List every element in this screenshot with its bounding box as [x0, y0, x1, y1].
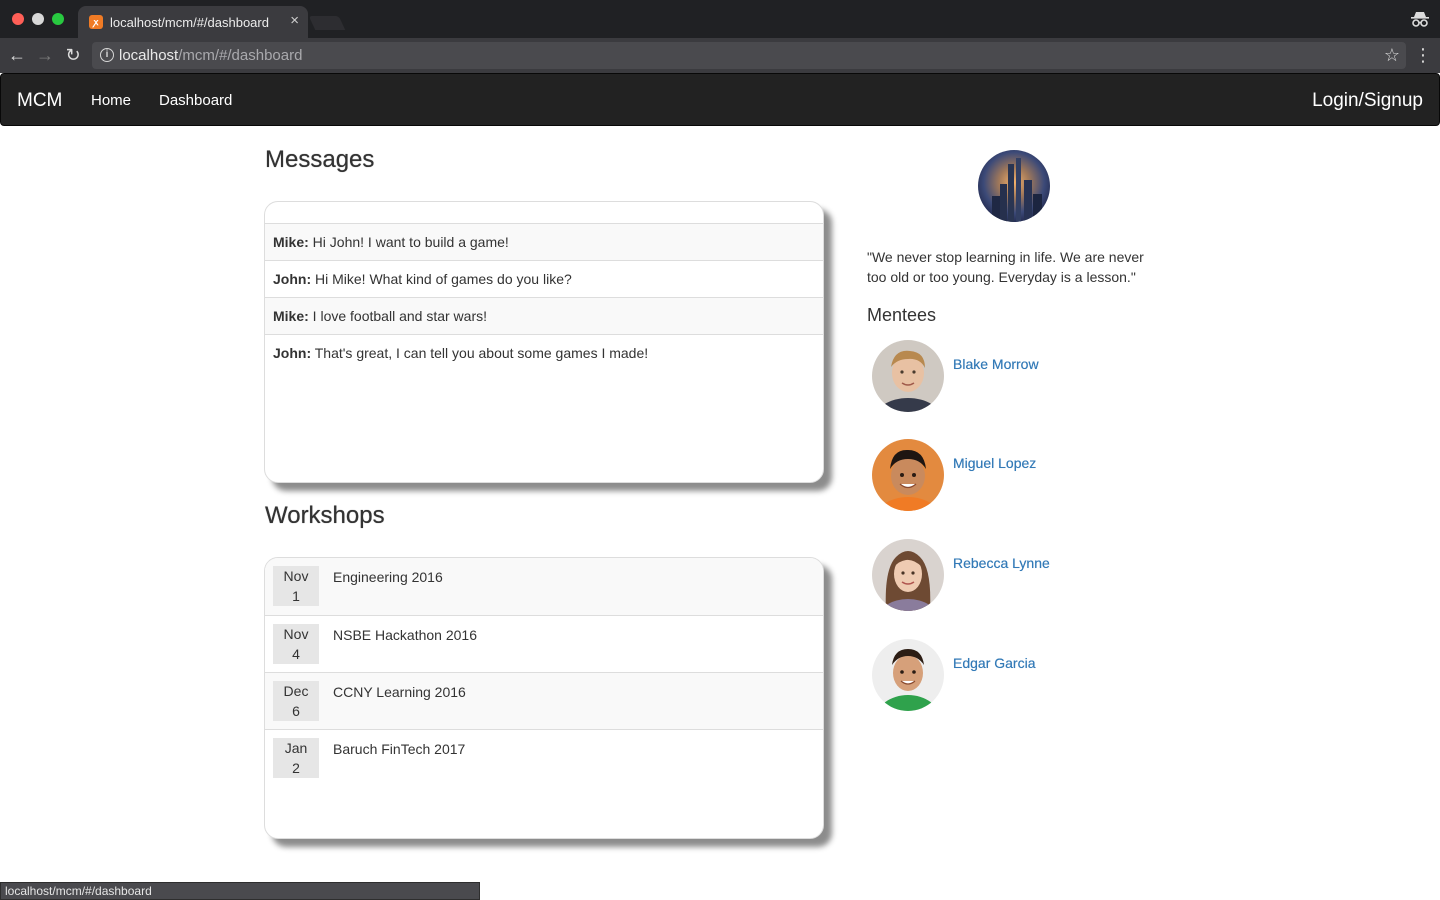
minimize-window-button[interactable] — [32, 13, 44, 25]
workshop-row[interactable]: Jan 2 Baruch FinTech 2017 — [265, 729, 823, 786]
back-arrow-icon[interactable]: ← — [6, 44, 28, 66]
browser-tab[interactable]: ꭗ localhost/mcm/#/dashboard × — [78, 6, 308, 38]
profile-quote: "We never stop learning in life. We are … — [867, 249, 1144, 285]
message-text: I love football and star wars! — [308, 308, 487, 324]
url-path: /mcm/#/dashboard — [178, 47, 303, 64]
mentee-item[interactable]: Rebecca Lynne — [872, 539, 1172, 611]
message-text: Hi Mike! What kind of games do you like? — [311, 271, 572, 287]
message-row: John: Hi Mike! What kind of games do you… — [265, 260, 823, 297]
mentee-item[interactable]: Miguel Lopez — [872, 439, 1172, 511]
profile-avatar — [978, 150, 1050, 222]
workshop-date: Jan 2 — [273, 738, 319, 778]
workshop-row[interactable]: Nov 4 NSBE Hackathon 2016 — [265, 615, 823, 672]
message-row: Mike: I love football and star wars! — [265, 297, 823, 334]
message-sender: John: — [273, 345, 312, 361]
mentee-name-link[interactable]: Edgar Garcia — [953, 655, 1035, 671]
browser-tab-bar: ꭗ localhost/mcm/#/dashboard × — [0, 0, 1440, 38]
maximize-window-button[interactable] — [52, 13, 64, 25]
workshops-panel[interactable]: Nov 1 Engineering 2016 Nov 4 NSBE Hackatho… — [264, 557, 824, 839]
workshop-name: Engineering 2016 — [333, 569, 443, 585]
login-signup-link[interactable]: Login/Signup — [1312, 90, 1423, 112]
mentee-name-link[interactable]: Blake Morrow — [953, 356, 1039, 372]
site-navbar: MCM Home Dashboard Login/Signup — [0, 73, 1440, 126]
workshop-date: Nov 4 — [273, 624, 319, 664]
message-text: Hi John! I want to build a game! — [308, 234, 509, 250]
tab-close-icon[interactable]: × — [290, 13, 299, 29]
message-row: John: That's great, I can tell you about… — [265, 334, 823, 371]
workshop-date: Nov 1 — [273, 566, 319, 606]
brand-link[interactable]: MCM — [17, 90, 62, 112]
workshop-day: 2 — [292, 760, 300, 776]
mentees-heading: Mentees — [867, 305, 937, 325]
nav-home-link[interactable]: Home — [91, 92, 131, 109]
messages-heading: Messages — [265, 146, 375, 173]
message-row: Mike: Hi John! I want to build a game! — [265, 223, 823, 260]
reload-icon[interactable]: ↻ — [62, 44, 84, 66]
workshop-day: 6 — [292, 703, 300, 719]
tab-title: localhost/mcm/#/dashboard — [110, 15, 269, 30]
nav-dashboard-link[interactable]: Dashboard — [159, 92, 232, 109]
mentee-avatar[interactable] — [872, 439, 944, 511]
forward-arrow-icon[interactable]: → — [34, 44, 56, 66]
xampp-favicon-icon: ꭗ — [89, 15, 103, 29]
address-bar[interactable]: i localhost/mcm/#/dashboard ☆ — [92, 42, 1406, 69]
browser-status-bar: localhost/mcm/#/dashboard — [0, 882, 480, 900]
workshop-month: Dec — [283, 683, 309, 699]
workshop-date: Dec 6 — [273, 681, 319, 721]
mentee-avatar[interactable] — [872, 539, 944, 611]
mentee-item[interactable]: Blake Morrow — [872, 340, 1172, 412]
message-sender: Mike: — [273, 308, 309, 324]
message-text: That's great, I can tell you about some … — [311, 345, 649, 361]
info-icon[interactable]: i — [100, 48, 114, 62]
mentee-avatar[interactable] — [872, 340, 944, 412]
url-text[interactable]: localhost/mcm/#/dashboard — [119, 47, 302, 64]
browser-menu-icon[interactable]: ⋮ — [1414, 44, 1432, 66]
incognito-icon — [1411, 12, 1429, 27]
workshop-name: NSBE Hackathon 2016 — [333, 627, 477, 643]
mentee-name-link[interactable]: Rebecca Lynne — [953, 555, 1050, 571]
workshop-month: Nov — [283, 568, 309, 584]
workshops-heading: Workshops — [265, 502, 385, 529]
bookmark-star-icon[interactable]: ☆ — [1384, 45, 1400, 66]
workshop-name: Baruch FinTech 2017 — [333, 741, 466, 757]
workshop-name: CCNY Learning 2016 — [333, 684, 466, 700]
workshop-month: Nov — [283, 626, 309, 642]
mentee-item[interactable]: Edgar Garcia — [872, 639, 1172, 711]
new-tab-button[interactable] — [308, 16, 346, 30]
workshop-month: Jan — [284, 740, 308, 756]
url-host: localhost — [119, 47, 179, 64]
close-window-button[interactable] — [12, 13, 24, 25]
workshop-row[interactable]: Nov 1 Engineering 2016 — [265, 558, 823, 615]
workshop-row[interactable]: Dec 6 CCNY Learning 2016 — [265, 672, 823, 729]
mentee-avatar[interactable] — [872, 639, 944, 711]
message-sender: Mike: — [273, 234, 309, 250]
workshop-day: 1 — [292, 588, 300, 604]
messages-panel[interactable]: Mike: Hi John! I want to build a game! J… — [264, 201, 824, 483]
workshop-day: 4 — [292, 646, 300, 662]
mentee-name-link[interactable]: Miguel Lopez — [953, 455, 1036, 471]
browser-toolbar: ← → ↻ i localhost/mcm/#/dashboard ☆ ⋮ — [0, 38, 1440, 73]
message-sender: John: — [273, 271, 312, 287]
